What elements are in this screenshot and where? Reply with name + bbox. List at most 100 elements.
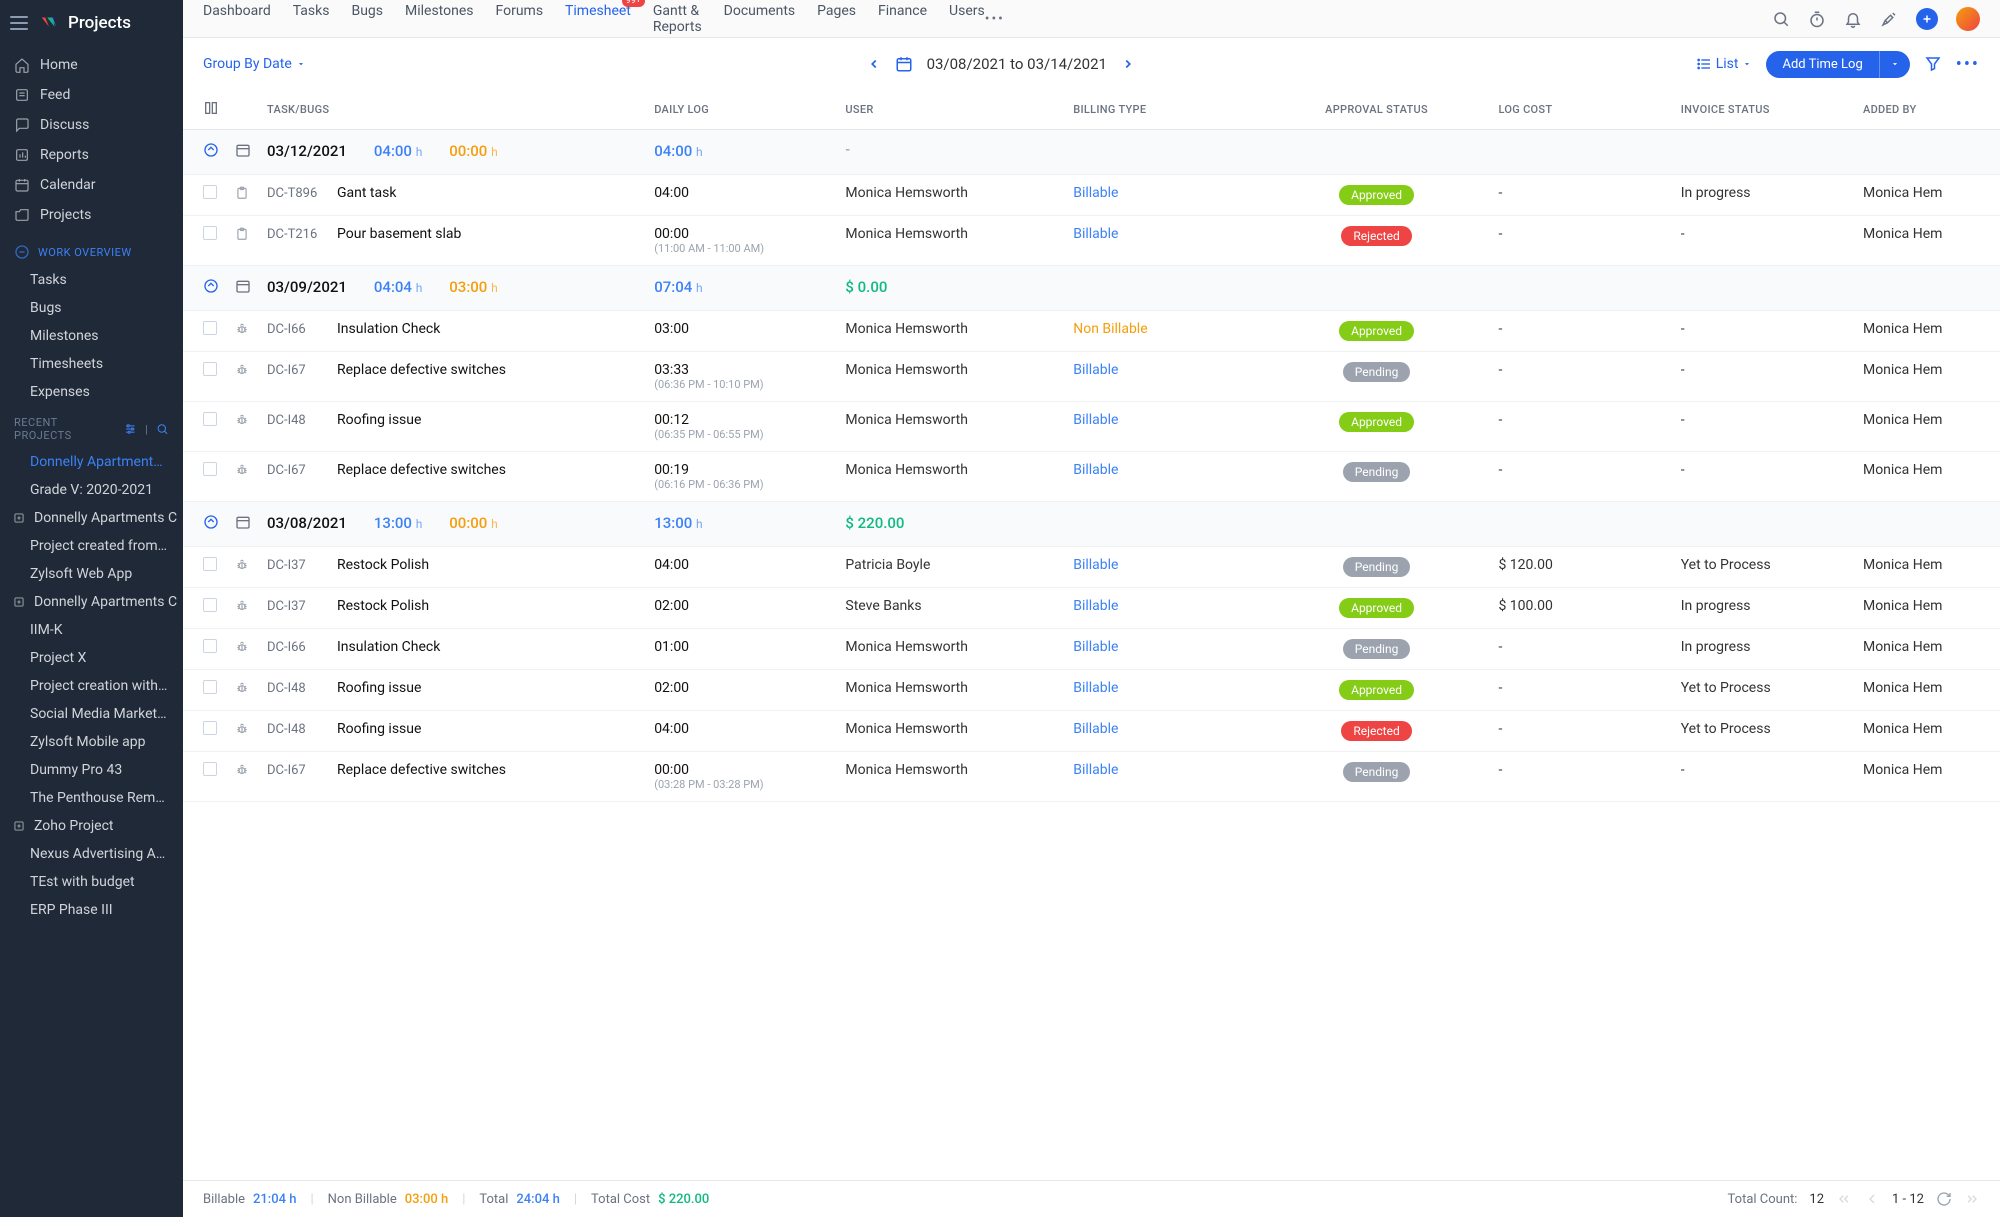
bell-icon[interactable] xyxy=(1844,10,1862,28)
timesheet-row[interactable]: DC-I37Restock Polish 02:00 Steve Banks B… xyxy=(183,588,2000,629)
recent-project-item[interactable]: IIM-K xyxy=(0,616,183,644)
collapse-icon[interactable] xyxy=(203,514,219,530)
column-header[interactable]: ADDED BY xyxy=(1855,90,2000,130)
tab-gantt-reports[interactable]: Gantt & Reports xyxy=(653,3,702,35)
search-icon[interactable] xyxy=(156,422,169,436)
work-overview-header[interactable]: WORK OVERVIEW xyxy=(0,234,183,266)
recent-project-item[interactable]: Dummy Pro 43 xyxy=(0,756,183,784)
row-checkbox[interactable] xyxy=(203,226,217,240)
timesheet-row[interactable]: DC-I48Roofing issue 04:00 Monica Hemswor… xyxy=(183,711,2000,752)
recent-project-item[interactable]: Zylsoft Web App xyxy=(0,560,183,588)
tab-milestones[interactable]: Milestones xyxy=(405,3,474,35)
nav-item-home[interactable]: Home xyxy=(0,50,183,80)
row-checkbox[interactable] xyxy=(203,462,217,476)
group-header-row[interactable]: 03/08/2021 13:00 h 00:00 h 13:00 h $ 220… xyxy=(183,502,2000,547)
tools-icon[interactable] xyxy=(1880,10,1898,28)
filter-icon[interactable] xyxy=(1924,55,1942,73)
recent-project-item[interactable]: Project creation with la xyxy=(0,672,183,700)
column-header[interactable]: INVOICE STATUS xyxy=(1673,90,1855,130)
work-overview-timesheets[interactable]: Timesheets xyxy=(0,350,183,378)
page-refresh-icon[interactable] xyxy=(1936,1191,1952,1207)
more-tabs-icon[interactable]: ••• xyxy=(985,11,1005,27)
row-checkbox[interactable] xyxy=(203,362,217,376)
timesheet-row[interactable]: DC-I48Roofing issue 02:00 Monica Hemswor… xyxy=(183,670,2000,711)
timesheet-row[interactable]: DC-I48Roofing issue 00:12(06:35 PM - 06:… xyxy=(183,402,2000,452)
row-checkbox[interactable] xyxy=(203,557,217,571)
column-header[interactable] xyxy=(183,90,227,130)
row-checkbox[interactable] xyxy=(203,680,217,694)
column-header[interactable]: DAILY LOG xyxy=(646,90,837,130)
timesheet-row[interactable]: DC-I37Restock Polish 04:00 Patricia Boyl… xyxy=(183,547,2000,588)
work-overview-expenses[interactable]: Expenses xyxy=(0,378,183,406)
recent-project-item[interactable]: The Penthouse Remode xyxy=(0,784,183,812)
prev-week-icon[interactable] xyxy=(867,57,881,71)
row-checkbox[interactable] xyxy=(203,639,217,653)
add-time-log-button[interactable]: Add Time Log xyxy=(1766,51,1909,78)
add-button[interactable] xyxy=(1916,8,1938,30)
tab-timesheet[interactable]: Timesheet99+ xyxy=(565,3,631,35)
page-prev-icon[interactable] xyxy=(1864,1191,1880,1207)
tab-bugs[interactable]: Bugs xyxy=(351,3,383,35)
recent-project-item[interactable]: Zoho Project xyxy=(0,812,183,840)
column-header[interactable]: LOG COST xyxy=(1490,90,1672,130)
timesheet-row[interactable]: DC-I67Replace defective switches 03:33(0… xyxy=(183,352,2000,402)
nav-item-discuss[interactable]: Discuss xyxy=(0,110,183,140)
timesheet-row[interactable]: DC-I66Insulation Check 01:00 Monica Hems… xyxy=(183,629,2000,670)
group-by-dropdown[interactable]: Group By Date xyxy=(203,56,306,72)
timesheet-row[interactable]: DC-I67Replace defective switches 00:19(0… xyxy=(183,452,2000,502)
sliders-icon[interactable] xyxy=(124,422,137,436)
group-header-row[interactable]: 03/12/2021 04:00 h 00:00 h 04:00 h - xyxy=(183,130,2000,175)
row-checkbox[interactable] xyxy=(203,321,217,335)
column-header[interactable]: USER xyxy=(837,90,1065,130)
timesheet-row[interactable]: DC-T216Pour basement slab 00:00(11:00 AM… xyxy=(183,216,2000,266)
tab-documents[interactable]: Documents xyxy=(724,3,795,35)
nav-item-reports[interactable]: Reports xyxy=(0,140,183,170)
recent-project-item[interactable]: Project created from CF xyxy=(0,532,183,560)
user-avatar[interactable] xyxy=(1956,7,1980,31)
recent-project-item[interactable]: Grade V: 2020-2021 xyxy=(0,476,183,504)
timesheet-row[interactable]: DC-I66Insulation Check 03:00 Monica Hems… xyxy=(183,311,2000,352)
app-logo[interactable]: Projects xyxy=(38,12,131,34)
row-checkbox[interactable] xyxy=(203,721,217,735)
column-header[interactable]: APPROVAL STATUS xyxy=(1263,90,1491,130)
collapse-icon[interactable] xyxy=(203,278,219,294)
recent-project-item[interactable]: Donnelly Apartments C xyxy=(0,448,183,476)
more-options-icon[interactable]: ••• xyxy=(1956,54,1980,75)
timesheet-row[interactable]: DC-T896Gant task 04:00 Monica Hemsworth … xyxy=(183,175,2000,216)
recent-project-item[interactable]: Donnelly Apartments C xyxy=(0,504,183,532)
recent-project-item[interactable]: Social Media Marketing xyxy=(0,700,183,728)
recent-project-item[interactable]: Project X xyxy=(0,644,183,672)
group-header-row[interactable]: 03/09/2021 04:04 h 03:00 h 07:04 h $ 0.0… xyxy=(183,266,2000,311)
recent-project-item[interactable]: Nexus Advertising Agen xyxy=(0,840,183,868)
work-overview-milestones[interactable]: Milestones xyxy=(0,322,183,350)
tab-pages[interactable]: Pages xyxy=(817,3,856,35)
column-header[interactable] xyxy=(227,90,259,130)
nav-item-calendar[interactable]: Calendar xyxy=(0,170,183,200)
search-icon[interactable] xyxy=(1772,10,1790,28)
page-first-icon[interactable] xyxy=(1836,1191,1852,1207)
next-week-icon[interactable] xyxy=(1121,57,1135,71)
tab-dashboard[interactable]: Dashboard xyxy=(203,3,271,35)
row-checkbox[interactable] xyxy=(203,412,217,426)
column-header[interactable]: TASK/BUGS xyxy=(259,90,646,130)
recent-project-item[interactable]: ERP Phase III xyxy=(0,896,183,924)
tab-tasks[interactable]: Tasks xyxy=(293,3,330,35)
recent-project-item[interactable]: TEst with budget xyxy=(0,868,183,896)
nav-item-feed[interactable]: Feed xyxy=(0,80,183,110)
view-toggle[interactable]: List xyxy=(1696,56,1753,72)
recent-project-item[interactable]: Donnelly Apartments C xyxy=(0,588,183,616)
recent-project-item[interactable]: Zylsoft Mobile app xyxy=(0,728,183,756)
page-next-icon[interactable] xyxy=(1964,1191,1980,1207)
tab-finance[interactable]: Finance xyxy=(878,3,927,35)
row-checkbox[interactable] xyxy=(203,762,217,776)
tab-users[interactable]: Users xyxy=(949,3,985,35)
add-time-log-dropdown[interactable] xyxy=(1879,51,1910,78)
column-header[interactable]: BILLING TYPE xyxy=(1065,90,1262,130)
collapse-icon[interactable] xyxy=(203,142,219,158)
nav-item-projects[interactable]: Projects xyxy=(0,200,183,230)
timesheet-row[interactable]: DC-I67Replace defective switches 00:00(0… xyxy=(183,752,2000,802)
work-overview-bugs[interactable]: Bugs xyxy=(0,294,183,322)
calendar-icon[interactable] xyxy=(895,55,913,73)
hamburger-menu[interactable] xyxy=(10,16,28,30)
tab-forums[interactable]: Forums xyxy=(496,3,544,35)
